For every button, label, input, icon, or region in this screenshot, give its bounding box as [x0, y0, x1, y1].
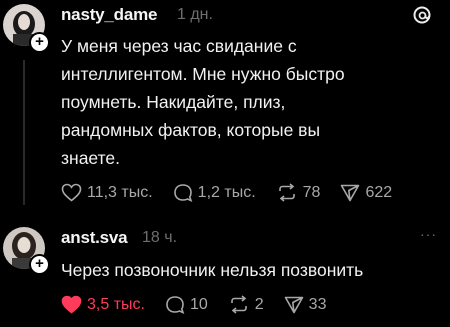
- share-button[interactable]: 33: [284, 295, 327, 314]
- like-button[interactable]: 11,3 тыс.: [61, 183, 153, 202]
- reply-button[interactable]: 10: [165, 295, 208, 314]
- heart-icon: [61, 183, 82, 202]
- heart-icon: [61, 295, 82, 314]
- follow-plus-icon[interactable]: +: [29, 32, 50, 53]
- repost-button[interactable]: 2: [228, 295, 264, 314]
- post-text: У меня через час свидание с интеллигенто…: [61, 36, 345, 168]
- post-actions: 3,5 тыс. 10 2 33: [61, 295, 346, 314]
- share-icon: [341, 184, 360, 202]
- thread-line: [23, 60, 25, 205]
- username[interactable]: anst.sva: [61, 228, 128, 248]
- post-actions: 11,3 тыс. 1,2 тыс. 78 622: [61, 183, 412, 202]
- post-time: 18 ч.: [142, 229, 178, 246]
- post-nasty-dame: + nasty_dame 1 дн. У меня через час свид…: [0, 0, 450, 212]
- post-text: Через позвоночник нельзя позвонить: [61, 260, 364, 280]
- post-time: 1 дн.: [177, 6, 213, 23]
- comment-icon: [173, 184, 193, 202]
- share-count: 33: [308, 295, 327, 313]
- repost-count: 78: [302, 183, 321, 201]
- repost-button[interactable]: 78: [276, 183, 321, 202]
- like-count: 3,5 тыс.: [87, 295, 145, 313]
- more-icon[interactable]: ···: [420, 226, 437, 242]
- post-anst-sva: + anst.sva 18 ч. ··· Через позвоночник н…: [0, 218, 450, 327]
- share-button[interactable]: 622: [340, 183, 392, 202]
- threads-logo-icon: [413, 6, 431, 24]
- like-button[interactable]: 3,5 тыс.: [61, 295, 145, 314]
- comment-icon: [166, 296, 185, 314]
- repost-icon: [230, 295, 247, 314]
- username[interactable]: nasty_dame: [61, 5, 157, 25]
- reply-count: 10: [189, 295, 208, 313]
- like-count: 11,3 тыс.: [87, 183, 153, 201]
- follow-plus-icon[interactable]: +: [29, 254, 50, 275]
- share-count: 622: [365, 183, 393, 201]
- repost-icon: [278, 183, 295, 202]
- share-icon: [284, 296, 303, 314]
- reply-count: 1,2 тыс.: [197, 183, 256, 201]
- repost-count: 2: [254, 295, 264, 313]
- reply-button[interactable]: 1,2 тыс.: [173, 183, 256, 202]
